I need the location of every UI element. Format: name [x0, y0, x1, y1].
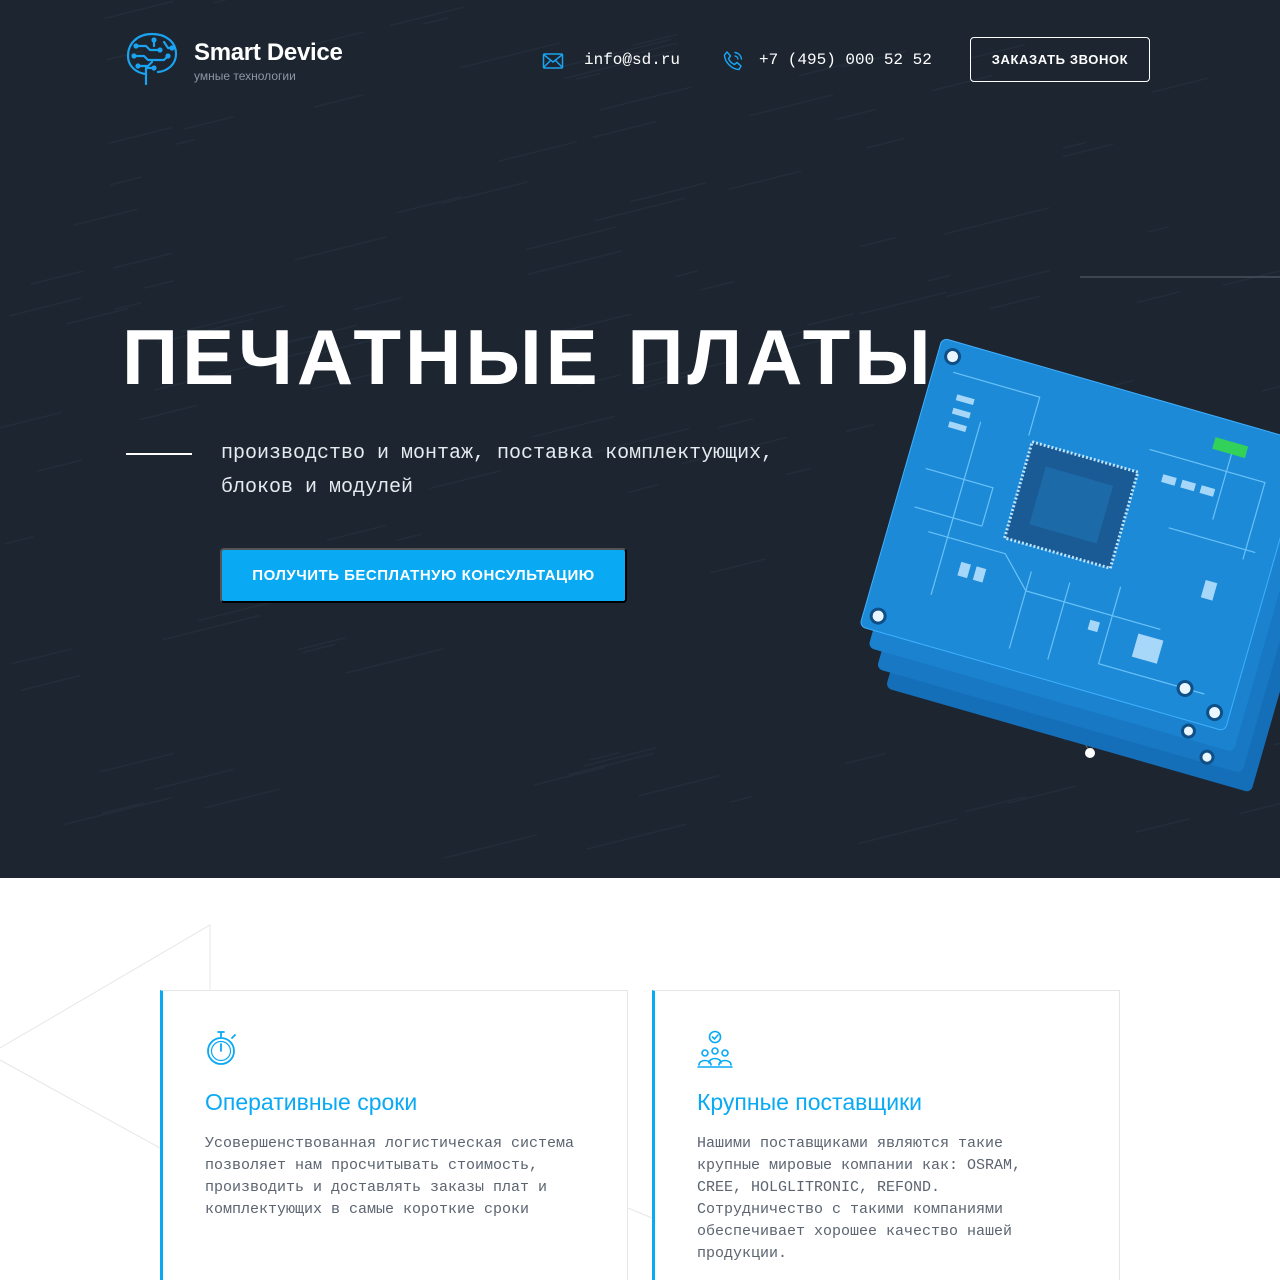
- feature-title: Оперативные сроки: [205, 1089, 418, 1115]
- phone-link[interactable]: +7 (495) 000 52 52: [722, 50, 932, 72]
- suppliers-icon: [697, 1030, 733, 1068]
- phone-icon: [723, 51, 743, 71]
- brand-name: Smart Device: [194, 39, 343, 66]
- logo-link[interactable]: Smart Device умные технологии: [124, 30, 354, 90]
- hero-divider: [126, 453, 192, 455]
- feature-text: Усовершенствованная логистическая систем…: [205, 1135, 575, 1218]
- site-header: Smart Device умные технологии info@sd.ru…: [0, 0, 1280, 120]
- email-link[interactable]: info@sd.ru: [542, 50, 682, 72]
- features-section: Оперативные сроки Усовершенствованная ло…: [0, 878, 1280, 1280]
- envelope-icon: [542, 53, 564, 69]
- consultation-button[interactable]: ПОЛУЧИТЬ БЕСПЛАТНУЮ КОНСУЛЬТАЦИЮ: [220, 548, 627, 603]
- feature-title: Крупные поставщики: [697, 1089, 923, 1115]
- feature-card: Оперативные сроки Усовершенствованная ло…: [160, 990, 628, 1280]
- hero-title: ПЕЧАТНЫЕ ПЛАТЫ: [122, 313, 935, 401]
- email-text: info@sd.ru: [584, 51, 681, 69]
- brain-circuit-logo-icon: [126, 32, 178, 86]
- order-call-button[interactable]: ЗАКАЗАТЬ ЗВОНОК: [970, 37, 1150, 82]
- feature-text: Нашими поставщиками являются такие крупн…: [697, 1135, 1022, 1262]
- brand-tagline: умные технологии: [194, 69, 296, 83]
- hero-section: Smart Device умные технологии info@sd.ru…: [0, 0, 1280, 878]
- phone-text: +7 (495) 000 52 52: [759, 51, 932, 69]
- feature-card: Крупные поставщики Нашими поставщиками я…: [652, 990, 1120, 1280]
- stopwatch-icon: [207, 1031, 236, 1065]
- hero-subtitle: производство и монтаж, поставка комплект…: [221, 442, 774, 499]
